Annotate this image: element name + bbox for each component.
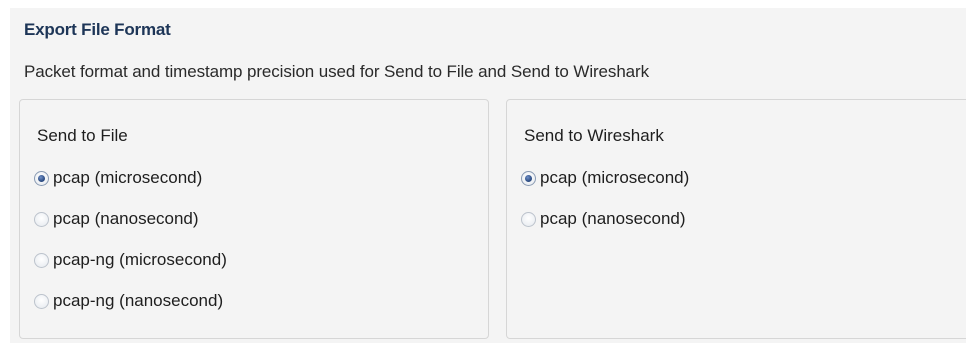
section-title: Export File Format — [24, 20, 171, 39]
send-to-file-option-pcap-nanosecond[interactable]: pcap (nanosecond) — [34, 209, 199, 229]
radio-button[interactable] — [34, 252, 49, 268]
option-label: pcap (microsecond) — [53, 168, 203, 187]
radio-selected-dot — [525, 174, 532, 182]
option-label: pcap-ng (nanosecond) — [53, 291, 224, 310]
radio-selected-dot — [38, 174, 45, 182]
option-label: pcap-ng (microsecond) — [53, 250, 227, 269]
send-to-wireshark-title: Send to Wireshark — [524, 126, 664, 145]
option-label: pcap (microsecond) — [540, 168, 690, 187]
send-to-file-option-pcapng-nanosecond[interactable]: pcap-ng (nanosecond) — [34, 291, 223, 311]
radio-button[interactable] — [34, 170, 49, 186]
radio-button[interactable] — [34, 293, 49, 309]
radio-button[interactable] — [521, 170, 536, 186]
option-label: pcap (nanosecond) — [53, 209, 199, 228]
send-to-wireshark-option-pcap-microsecond[interactable]: pcap (microsecond) — [521, 168, 689, 188]
send-to-wireshark-group: Send to Wireshark pcap (microsecond) pca… — [506, 99, 966, 339]
send-to-file-option-pcapng-microsecond[interactable]: pcap-ng (microsecond) — [34, 250, 227, 270]
send-to-wireshark-option-pcap-nanosecond[interactable]: pcap (nanosecond) — [521, 209, 686, 229]
radio-button[interactable] — [521, 211, 536, 227]
send-to-file-group: Send to File pcap (microsecond) pcap (na… — [19, 99, 489, 339]
section-description: Packet format and timestamp precision us… — [24, 62, 649, 81]
send-to-file-title: Send to File — [37, 126, 128, 145]
send-to-file-option-pcap-microsecond[interactable]: pcap (microsecond) — [34, 168, 202, 188]
radio-button[interactable] — [34, 211, 49, 227]
option-label: pcap (nanosecond) — [540, 209, 686, 228]
